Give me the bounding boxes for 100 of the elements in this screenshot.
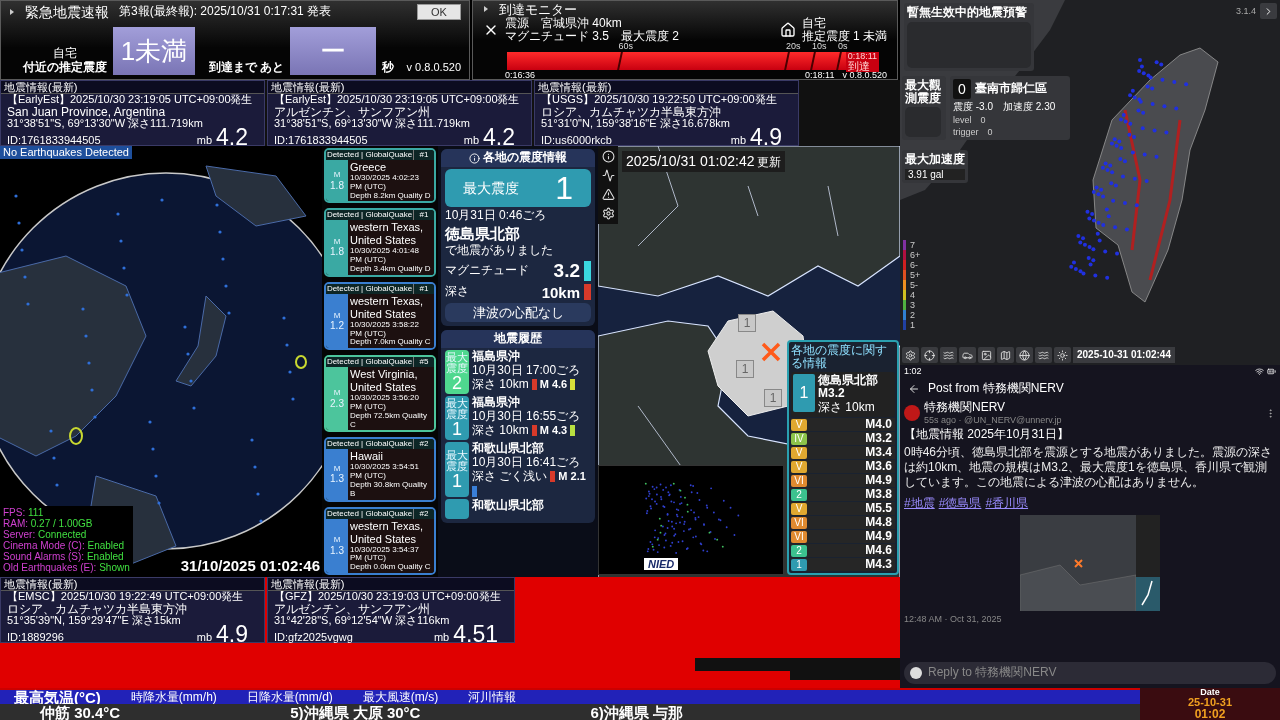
magnitude-value: M3.4 xyxy=(865,445,892,460)
max-acceleration-label: 最大加速度 xyxy=(905,153,965,167)
location-label: 自宅 xyxy=(53,47,77,61)
intensity-badge: V xyxy=(791,460,807,473)
quake-id: ID:gfz2025vgwg xyxy=(274,631,353,643)
place-name: 福島県沖 xyxy=(472,395,521,410)
toolbar-button[interactable] xyxy=(978,347,995,363)
nied-logo: NIED xyxy=(644,558,679,570)
toolbar-button[interactable] xyxy=(997,347,1014,363)
card-header: 地震情報(最新) xyxy=(535,81,798,94)
warning-icon[interactable] xyxy=(601,188,615,201)
reply-placeholder: Reply to 特務機関NERV xyxy=(928,666,1057,680)
hashtag-link[interactable]: #徳島県 xyxy=(938,495,982,510)
quake-row[interactable]: IV M3.2 xyxy=(791,432,895,445)
quake-row[interactable]: V M5.5 xyxy=(791,502,895,515)
stat-line: Cinema Mode (C): Enabled xyxy=(3,540,126,551)
quake-row[interactable]: VI M4.9 xyxy=(791,530,895,543)
intensity-badge: 2 xyxy=(791,544,807,557)
toolbar-button[interactable] xyxy=(940,347,957,363)
max-acceleration-value: 3.91 gal xyxy=(905,168,965,181)
magnitude-value: 1.3 xyxy=(330,544,344,557)
place-name: Hawaii xyxy=(350,450,384,464)
tile-label: 最大震度 xyxy=(446,397,468,420)
warning-title: 暫無生效中的地震預警 xyxy=(907,6,1028,20)
event-time: 10/30/2025 3:56:20 PM (UTC) xyxy=(350,394,420,411)
update-label: 更新 xyxy=(757,156,782,170)
intensity-badge: V xyxy=(791,418,807,431)
sun-icon xyxy=(1057,349,1068,361)
stat-line: Old Earthquakes (E): Shown xyxy=(3,562,130,573)
quake-row[interactable]: 2 M4.6 xyxy=(791,544,895,557)
quake-row[interactable]: VI M4.9 xyxy=(791,474,895,487)
depth-quality: Depth 7.0km Quality C xyxy=(350,338,432,348)
mag-label: M xyxy=(333,237,341,247)
version-text: v 0.8.0.520 xyxy=(406,61,461,73)
settings-icon[interactable] xyxy=(601,207,615,220)
place-name: アルゼンチン、サンフアン州 xyxy=(274,105,430,118)
magnitude-value: 3.2 xyxy=(553,259,580,282)
info-icon xyxy=(469,152,480,164)
toolbar-button[interactable] xyxy=(1035,347,1052,363)
stat-line: Sound Alarms (S): Enabled xyxy=(3,551,124,562)
map-icon xyxy=(1000,349,1011,361)
ok-button[interactable]: OK xyxy=(417,4,461,20)
author-handle: 55s ago · @UN_NERV@unnerv.jp xyxy=(924,414,1062,426)
mag-type: mb xyxy=(196,631,212,643)
place-name: western Texas, United States xyxy=(350,221,425,248)
quake-row[interactable]: V M4.0 xyxy=(791,418,895,431)
quake-row[interactable]: 1 M4.3 xyxy=(791,558,895,571)
intensity-badge: VI xyxy=(791,516,807,529)
quake-row[interactable]: V M3.4 xyxy=(791,446,895,459)
event-time: 10月30日 16:41ごろ xyxy=(472,455,582,470)
card-title: 各地の震度情報 xyxy=(483,151,567,165)
avatar xyxy=(904,405,920,422)
mag-type: mb xyxy=(463,134,479,146)
detection-number: #2 xyxy=(418,508,430,519)
magnitude-value: 1.3 xyxy=(330,473,344,485)
intensity-marker: 1 xyxy=(738,314,756,332)
tile-label: 最大震度 xyxy=(446,449,468,472)
wifi-icon xyxy=(1255,366,1264,376)
ticker-text: 6)沖縄県 与那 xyxy=(590,704,683,720)
reply-field[interactable]: Reply to 特務機関NERV xyxy=(904,662,1276,684)
history-item[interactable]: 和歌山県北部 xyxy=(445,499,591,520)
mag-type: mb xyxy=(196,134,212,146)
tick-label: 0s xyxy=(838,42,848,51)
place-name: San Juan Province, Argentina xyxy=(7,105,167,118)
scale-label: 5- xyxy=(910,280,918,290)
toolbar-button[interactable] xyxy=(902,347,919,363)
quake-row[interactable]: VI M4.8 xyxy=(791,516,895,529)
toolbar-button[interactable] xyxy=(959,347,976,363)
magnitude-value: 1.2 xyxy=(330,319,344,332)
magnitude-value: M 4.6 xyxy=(539,378,568,391)
map-timestamp: 2025/10/31 01:02:42 xyxy=(626,153,755,170)
pulse-icon[interactable] xyxy=(601,169,615,182)
tile-label: 最大震度 xyxy=(446,351,468,374)
magnitude-value: M3.2 xyxy=(865,431,892,446)
intensity-value: 1未満 xyxy=(113,27,195,75)
magnitude-value: M5.5 xyxy=(865,501,892,516)
quake-row[interactable]: 2 M3.8 xyxy=(791,488,895,501)
start-time: 0:16:36 xyxy=(505,70,536,80)
globe-timestamp: 31/10/2025 01:02:46 xyxy=(180,557,320,574)
place-name: ロシア、カムチャツカ半島東方沖 xyxy=(541,105,721,118)
expand-button[interactable] xyxy=(1260,3,1277,19)
info-icon[interactable] xyxy=(601,150,615,163)
scale-label: 4 xyxy=(910,290,915,300)
time-value: 01:02 xyxy=(1194,708,1226,720)
card-header: 地震情報(最新) xyxy=(1,81,264,94)
ticker-heading: 河川情報 xyxy=(468,691,517,703)
magnitude-value: 4.9 xyxy=(216,624,248,643)
back-icon[interactable] xyxy=(908,383,920,395)
hashtag-link[interactable]: #地震 xyxy=(904,495,935,510)
post-time: 12:48 AM · Oct 31, 2025 xyxy=(904,613,1003,625)
hashtag-link[interactable]: #香川県 xyxy=(985,495,1029,510)
magnitude-value: 2.3 xyxy=(330,397,344,410)
toolbar-button[interactable] xyxy=(1016,347,1033,363)
toolbar-button[interactable] xyxy=(1054,347,1071,363)
toolbar-button[interactable] xyxy=(921,347,938,363)
epicenter-icon xyxy=(760,341,782,363)
list-title: 各地の震度に関する情報 xyxy=(791,344,888,371)
author-name: 特務機関NERV xyxy=(924,401,1006,415)
quake-row[interactable]: V M3.6 xyxy=(791,460,895,473)
tick-mark xyxy=(784,52,790,70)
